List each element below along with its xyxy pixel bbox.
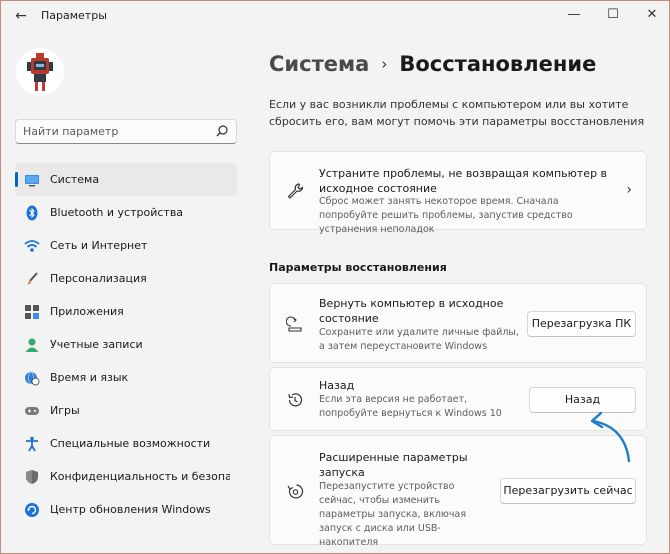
sidebar-item-privacy[interactable]: Конфиденциальность и безопас [15, 460, 237, 493]
sidebar-item-label: Специальные возможности [50, 437, 211, 450]
close-button[interactable]: ✕ [632, 5, 670, 25]
sidebar-nav: Система Bluetooth и устройства Сеть и Ин… [15, 163, 237, 526]
brush-icon [24, 271, 40, 287]
monitor-icon [24, 172, 40, 188]
go-back-title: Назад [319, 379, 355, 392]
sidebar-item-apps[interactable]: Приложения [15, 295, 237, 328]
sidebar-item-accounts[interactable]: Учетные записи [15, 328, 237, 361]
history-icon [288, 393, 303, 407]
reset-pc-card: Вернуть компьютер в исходное состояние С… [269, 283, 647, 363]
advanced-startup-icon [287, 484, 304, 499]
sidebar-item-label: Bluetooth и устройства [50, 206, 184, 219]
robot-avatar-icon [27, 53, 53, 91]
sidebar-item-time-language[interactable]: Время и язык [15, 361, 237, 394]
sidebar-item-label: Игры [50, 404, 80, 417]
search-icon[interactable] [215, 124, 229, 138]
troubleshoot-desc: Сброс может занять некоторое время. Снач… [319, 196, 573, 235]
sidebar-item-label: Сеть и Интернет [50, 239, 148, 252]
sidebar-item-accessibility[interactable]: Специальные возможности [15, 427, 237, 460]
chevron-right-icon[interactable]: › [626, 182, 632, 198]
restart-now-button[interactable]: Перезагрузить сейчас [500, 478, 636, 504]
troubleshoot-card[interactable]: Устраните проблемы, не возвращая компьют… [269, 151, 647, 235]
update-icon [24, 502, 40, 518]
sidebar-item-gaming[interactable]: Игры [15, 394, 237, 427]
accessibility-icon [24, 436, 40, 452]
wrench-icon [287, 183, 304, 199]
sidebar-item-label: Система [50, 173, 100, 186]
wifi-icon [24, 238, 40, 254]
sidebar-item-system[interactable]: Система [15, 163, 237, 196]
sidebar-item-label: Конфиденциальность и безопас [50, 470, 230, 483]
search-box[interactable] [15, 119, 237, 144]
breadcrumb-parent[interactable]: Система [269, 52, 369, 76]
settings-window: ← Параметры — ☐ ✕ Система [0, 0, 670, 554]
back-arrow-icon[interactable]: ← [11, 7, 31, 25]
search-input[interactable] [23, 123, 213, 140]
sidebar-item-personalization[interactable]: Персонализация [15, 262, 237, 295]
shield-icon [24, 469, 40, 485]
sidebar-item-label: Учетные записи [50, 338, 143, 351]
advanced-title: Расширенные параметры запуска [319, 451, 468, 479]
breadcrumb-separator: › [381, 55, 388, 73]
title-bar: ← Параметры — ☐ ✕ [1, 1, 669, 31]
apps-icon [24, 304, 40, 320]
breadcrumb: Система › Восстановление [269, 49, 596, 79]
globe-clock-icon [24, 370, 40, 386]
sidebar-item-label: Время и язык [50, 371, 129, 384]
sidebar-item-windows-update[interactable]: Центр обновления Windows [15, 493, 237, 526]
sidebar-item-bluetooth[interactable]: Bluetooth и устройства [15, 196, 237, 229]
sidebar-item-label: Персонализация [50, 272, 147, 285]
reset-pc-icon [286, 316, 302, 332]
bluetooth-icon [24, 205, 40, 221]
section-title: Параметры восстановления [269, 261, 447, 274]
sidebar-item-network[interactable]: Сеть и Интернет [15, 229, 237, 262]
account-icon [24, 337, 40, 353]
sidebar-item-label: Центр обновления Windows [50, 503, 211, 516]
go-back-desc: Если эта версия не работает, попробуйте … [319, 394, 502, 419]
sidebar-item-label: Приложения [50, 305, 124, 318]
troubleshoot-title: Устраните проблемы, не возвращая компьют… [319, 167, 608, 195]
reset-desc: Сохраните или удалите личные файлы, а за… [319, 327, 519, 352]
page-title: Восстановление [399, 52, 597, 76]
gamepad-icon [24, 403, 40, 419]
app-title: Параметры [41, 9, 107, 22]
maximize-button[interactable]: ☐ [593, 5, 633, 25]
intro-text: Если у вас возникли проблемы с компьютер… [269, 98, 645, 128]
minimize-button[interactable]: — [554, 5, 594, 25]
reset-title: Вернуть компьютер в исходное состояние [319, 297, 504, 325]
reset-pc-button[interactable]: Перезагрузка ПК [527, 311, 636, 337]
annotation-arrow-icon [590, 411, 631, 463]
avatar[interactable] [16, 48, 64, 96]
advanced-desc: Перезапустите устройство сейчас, чтобы и… [319, 481, 467, 548]
